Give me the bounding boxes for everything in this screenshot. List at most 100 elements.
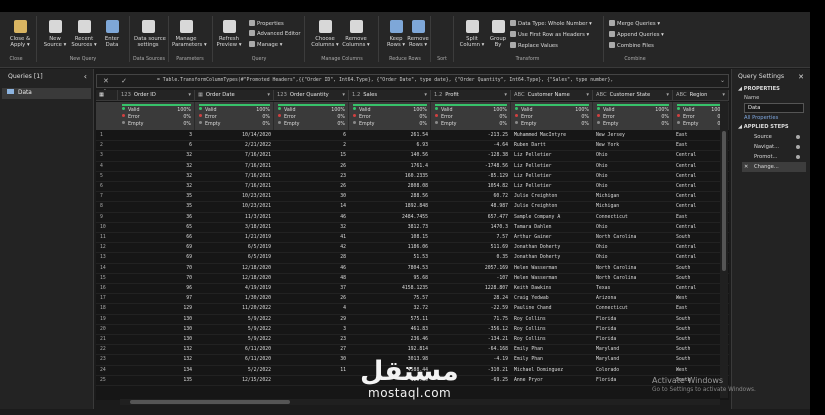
table-cell[interactable]: 461.83 bbox=[349, 325, 431, 335]
table-cell[interactable]: 30 bbox=[274, 355, 349, 365]
table-cell[interactable]: 2 bbox=[274, 141, 349, 151]
table-cell[interactable]: 95.68 bbox=[349, 274, 431, 284]
table-cell[interactable]: Michael Dominguez bbox=[511, 366, 593, 376]
filter-dropdown-icon[interactable]: ▾ bbox=[666, 90, 669, 101]
table-cell[interactable]: Pauline Chand bbox=[511, 304, 593, 314]
table-cell[interactable]: Roy Collins bbox=[511, 335, 593, 345]
table-cell[interactable]: Florida bbox=[593, 315, 673, 325]
data-type-icon[interactable]: ABC bbox=[514, 92, 525, 98]
table-cell[interactable]: 0.35 bbox=[431, 253, 511, 263]
table-cell[interactable]: Michigan bbox=[593, 202, 673, 212]
close-apply-button[interactable]: Close & Apply ▾ bbox=[6, 18, 34, 58]
formula-buttons[interactable]: ✕ ✓ fx bbox=[97, 75, 155, 97]
table-cell[interactable]: Liz Pelletier bbox=[511, 162, 593, 172]
new-source-button[interactable]: New Source ▾ bbox=[41, 18, 69, 58]
table-cell[interactable]: Liz Pelletier bbox=[511, 151, 593, 161]
table-cell[interactable]: 36 bbox=[118, 213, 195, 223]
manage-parameters-button[interactable]: Manage Parameters ▾ bbox=[172, 18, 207, 58]
table-cell[interactable]: 236.46 bbox=[349, 335, 431, 345]
column-header[interactable]: 1.2 Profit ▾ bbox=[431, 90, 511, 101]
table-cell[interactable]: 29 bbox=[274, 315, 349, 325]
table-cell[interactable]: North Carolina bbox=[593, 264, 673, 274]
choose-columns-button[interactable]: Choose Columns ▾ bbox=[311, 18, 339, 58]
table-cell[interactable]: 41 bbox=[274, 233, 349, 243]
table-cell[interactable]: 130 bbox=[118, 315, 195, 325]
table-cell[interactable]: 70 bbox=[118, 274, 195, 284]
table-cell[interactable]: 75.57 bbox=[349, 294, 431, 304]
table-cell[interactable]: 5/9/2022 bbox=[195, 325, 274, 335]
table-cell[interactable]: 12/18/2020 bbox=[195, 274, 274, 284]
table-cell[interactable]: 14 bbox=[274, 202, 349, 212]
table-cell[interactable]: Florida bbox=[593, 335, 673, 345]
table-cell[interactable]: 10/23/2021 bbox=[195, 202, 274, 212]
table-cell[interactable]: 3812.73 bbox=[349, 223, 431, 233]
table-cell[interactable]: 28.24 bbox=[431, 294, 511, 304]
table-cell[interactable]: Colorado bbox=[593, 366, 673, 376]
formula-input[interactable]: = Table.TransformColumnTypes(#"Promoted … bbox=[157, 75, 717, 87]
table-cell[interactable]: 108.15 bbox=[349, 233, 431, 243]
data-source-settings-button[interactable]: Data source settings bbox=[134, 18, 166, 58]
table-cell[interactable]: 12/18/2020 bbox=[195, 264, 274, 274]
table-row[interactable]: 13 69 6/5/2019 28 51.53 0.35 Jonathan Doherty O… bbox=[96, 253, 729, 264]
table-cell[interactable]: 1228.807 bbox=[431, 284, 511, 294]
table-cell[interactable]: Julie Creighton bbox=[511, 202, 593, 212]
table-cell[interactable]: 130 bbox=[118, 335, 195, 345]
combine-files-button[interactable]: Combine Files bbox=[609, 42, 654, 51]
table-cell[interactable]: 132 bbox=[118, 355, 195, 365]
scroll-thumb[interactable] bbox=[722, 131, 726, 271]
table-cell[interactable]: Roy Collins bbox=[511, 325, 593, 335]
table-cell[interactable]: 37 bbox=[274, 284, 349, 294]
table-cell[interactable]: 5/9/2022 bbox=[195, 335, 274, 345]
table-cell[interactable]: 129 bbox=[118, 304, 195, 314]
refresh-preview-button[interactable]: Refresh Preview ▾ bbox=[215, 18, 243, 58]
table-cell[interactable]: 1892.848 bbox=[349, 202, 431, 212]
data-type-icon[interactable]: ▦ bbox=[198, 92, 203, 98]
data-type-dropdown[interactable]: Data Type: Whole Number ▾ bbox=[510, 20, 592, 29]
table-row[interactable]: 18 129 11/20/2022 4 32.72 -22.59 Pauline Chand… bbox=[96, 304, 729, 315]
applied-step[interactable]: ✕ Change... bbox=[742, 162, 806, 172]
table-cell[interactable]: Emily Phan bbox=[511, 345, 593, 355]
table-cell[interactable]: 3 bbox=[274, 325, 349, 335]
table-cell[interactable]: 3 bbox=[118, 131, 195, 141]
table-cell[interactable]: Julie Creighton bbox=[511, 192, 593, 202]
table-cell[interactable]: 130 bbox=[118, 325, 195, 335]
table-cell[interactable]: Ohio bbox=[593, 223, 673, 233]
advanced-editor-button[interactable]: Advanced Editor bbox=[249, 30, 301, 39]
query-item-data[interactable]: Data bbox=[2, 88, 91, 99]
table-cell[interactable]: 3/18/2021 bbox=[195, 223, 274, 233]
table-row[interactable]: 11 66 1/21/2019 41 108.15 7.57 Arthur Gainer No… bbox=[96, 233, 729, 244]
column-header[interactable]: 123 Order ID ▾ bbox=[118, 90, 195, 101]
table-row[interactable]: 9 36 11/3/2021 46 2484.7455 657.477 Sample Com… bbox=[96, 213, 729, 223]
table-cell[interactable]: New York bbox=[593, 141, 673, 151]
table-cell[interactable]: 1/21/2019 bbox=[195, 233, 274, 243]
all-properties-link[interactable]: All Properties bbox=[732, 113, 810, 123]
table-cell[interactable]: 1761.4 bbox=[349, 162, 431, 172]
table-cell[interactable]: Liz Pelletier bbox=[511, 172, 593, 182]
table-row[interactable]: 7 35 10/23/2021 30 288.56 60.72 Julie Creighto… bbox=[96, 192, 729, 203]
filter-dropdown-icon[interactable]: ▾ bbox=[504, 90, 507, 101]
column-header[interactable]: ▦ Order Date ▾ bbox=[195, 90, 274, 101]
table-cell[interactable]: North Carolina bbox=[593, 233, 673, 243]
table-cell[interactable]: 6/5/2019 bbox=[195, 253, 274, 263]
table-cell[interactable]: 2808.08 bbox=[349, 182, 431, 192]
table-cell[interactable]: 26 bbox=[274, 162, 349, 172]
properties-button[interactable]: Properties bbox=[249, 20, 284, 29]
table-cell[interactable]: 160.2335 bbox=[349, 172, 431, 182]
table-row[interactable]: 5 32 7/16/2021 23 160.2335 -85.129 Liz Pelleti… bbox=[96, 172, 729, 182]
table-cell[interactable]: Jonathan Doherty bbox=[511, 243, 593, 253]
filter-dropdown-icon[interactable]: ▾ bbox=[722, 90, 725, 101]
table-cell[interactable]: 28 bbox=[274, 253, 349, 263]
gear-icon[interactable] bbox=[796, 145, 800, 149]
table-cell[interactable]: 46 bbox=[274, 213, 349, 223]
filter-dropdown-icon[interactable]: ▾ bbox=[267, 90, 270, 101]
table-cell[interactable]: 96 bbox=[118, 284, 195, 294]
table-cell[interactable]: 35 bbox=[118, 202, 195, 212]
table-cell[interactable]: 1470.3 bbox=[431, 223, 511, 233]
table-cell[interactable] bbox=[274, 376, 349, 386]
collapse-icon[interactable]: ‹ bbox=[84, 69, 87, 85]
table-cell[interactable]: 32 bbox=[118, 182, 195, 192]
table-cell[interactable]: 69 bbox=[118, 253, 195, 263]
table-cell[interactable]: 6.93 bbox=[349, 141, 431, 151]
table-cell[interactable]: 5/9/2022 bbox=[195, 315, 274, 325]
table-cell[interactable]: 48 bbox=[274, 274, 349, 284]
